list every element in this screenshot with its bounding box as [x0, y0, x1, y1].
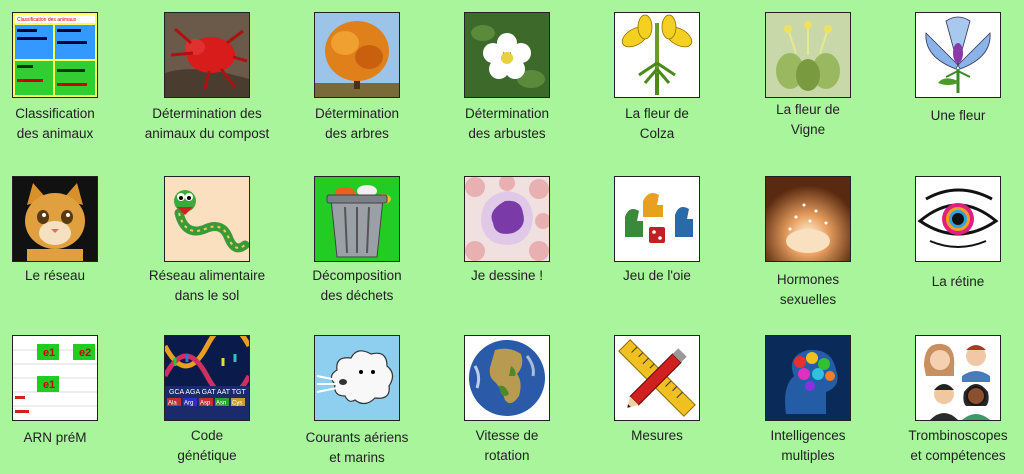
dna-helix-icon[interactable]: GCA AGA GAT AAT TGT Ala Arg Asp Asn Cys	[164, 335, 250, 421]
activity-label[interactable]: Code génétique	[137, 426, 277, 466]
earth-globe-icon[interactable]	[464, 335, 550, 421]
activity-label[interactable]: Trombinoscopes et compétences	[888, 426, 1024, 466]
activity-label[interactable]: Le réseau	[0, 266, 125, 286]
activity-label[interactable]: Détermination des animaux du compost	[137, 104, 277, 144]
activity-label[interactable]: Classification des animaux	[0, 104, 125, 144]
amino-acid-label: Arg	[184, 401, 193, 407]
activity-label[interactable]: Je dessine !	[437, 266, 577, 286]
blood-cell-icon[interactable]	[464, 176, 550, 262]
classification-table-icon[interactable]: Classification des animaux	[12, 12, 98, 98]
amino-acid-label: Asp	[200, 401, 211, 407]
kitten-icon[interactable]	[12, 176, 98, 262]
white-flower-shrub-icon[interactable]	[464, 12, 550, 98]
amino-acid-label: Ala	[168, 401, 177, 407]
rna-exon-label: e1	[43, 379, 55, 391]
classification-header: Classification des animaux	[17, 17, 77, 23]
activity-label[interactable]: Détermination des arbustes	[437, 104, 577, 144]
ruler-pencil-icon[interactable]	[614, 335, 700, 421]
activity-label[interactable]: ARN préM	[0, 428, 125, 448]
activity-label[interactable]: La fleur de Colza	[587, 104, 727, 144]
cell-burst-icon[interactable]	[765, 176, 851, 262]
activity-label[interactable]: Détermination des arbres	[287, 104, 427, 144]
activity-label[interactable]: Une fleur	[888, 106, 1024, 126]
autumn-tree-icon[interactable]	[314, 12, 400, 98]
game-pieces-icon[interactable]	[614, 176, 700, 262]
rna-exon-label: e1	[43, 347, 55, 359]
activity-label[interactable]: Mesures	[587, 426, 727, 446]
eye-icon[interactable]	[915, 176, 1001, 262]
dna-sequence: GCA AGA GAT AAT TGT	[169, 389, 246, 396]
activity-label[interactable]: Décomposition des déchets	[287, 266, 427, 306]
wind-cloud-icon[interactable]	[314, 335, 400, 421]
activity-label[interactable]: Jeu de l'oie	[587, 266, 727, 286]
activity-label[interactable]: Vitesse de rotation	[437, 426, 577, 466]
trash-can-icon[interactable]	[314, 176, 400, 262]
people-faces-icon[interactable]	[915, 335, 1001, 421]
red-mite-icon[interactable]	[164, 12, 250, 98]
flower-diagram-icon[interactable]	[915, 12, 1001, 98]
activity-label[interactable]: La rétine	[888, 272, 1024, 292]
vine-flower-icon[interactable]	[765, 12, 851, 98]
activity-label[interactable]: Courants aériens et marins	[287, 428, 427, 468]
activity-label[interactable]: Réseau alimentaire dans le sol	[137, 266, 277, 306]
amino-acid-label: Asn	[216, 401, 226, 407]
activity-label[interactable]: Hormones sexuelles	[738, 270, 878, 310]
rna-exon-label: e2	[79, 347, 91, 359]
rapeseed-flower-icon[interactable]	[614, 12, 700, 98]
amino-acid-label: Cys	[232, 401, 242, 407]
activity-label[interactable]: La fleur de Vigne	[738, 100, 878, 140]
rna-exon-icon[interactable]: e1 e2 e1	[12, 335, 98, 421]
brain-icon[interactable]	[765, 335, 851, 421]
worm-icon[interactable]	[164, 176, 250, 262]
activity-label[interactable]: Intelligences multiples	[738, 426, 878, 466]
